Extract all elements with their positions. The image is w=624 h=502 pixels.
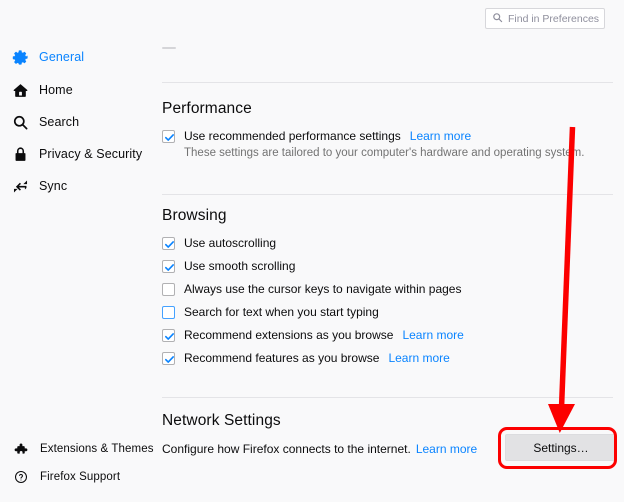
- checkbox-row-smooth-scrolling[interactable]: Use smooth scrolling: [162, 257, 295, 275]
- sidebar-item-privacy-security[interactable]: Privacy & Security: [10, 142, 150, 166]
- checkbox-recommend-features[interactable]: [162, 351, 175, 365]
- section-title-network-settings: Network Settings: [162, 412, 281, 429]
- checkbox-label: Recommend extensions as you browse: [184, 328, 394, 342]
- section-divider: [162, 194, 613, 195]
- checkbox-row-autoscrolling[interactable]: Use autoscrolling: [162, 234, 276, 252]
- checkbox-label: Use autoscrolling: [184, 236, 277, 250]
- sidebar-item-search[interactable]: Search: [10, 110, 150, 134]
- checkbox-label: Recommend features as you browse: [184, 351, 380, 365]
- search-placeholder: Find in Preferences: [508, 12, 600, 25]
- checkbox-row-search-when-typing[interactable]: Search for text when you start typing: [162, 303, 379, 321]
- checkbox-row-recommend-features[interactable]: Recommend features as you browse Learn m…: [162, 349, 450, 367]
- sidebar-item-sync[interactable]: Sync: [10, 174, 150, 198]
- sidebar-item-label: Home: [39, 83, 73, 97]
- checkbox-use-autoscrolling[interactable]: [162, 236, 175, 250]
- learn-more-link-extensions[interactable]: Learn more: [402, 328, 463, 342]
- sidebar-item-label: General: [39, 50, 85, 64]
- settings-button[interactable]: Settings…: [505, 434, 617, 461]
- preferences-window: General Home Search Privacy & Security S…: [0, 0, 624, 502]
- checkbox-label: Always use the cursor keys to navigate w…: [184, 282, 462, 296]
- preferences-content: Find in Preferences Performance Use reco…: [155, 0, 624, 502]
- home-icon: [10, 80, 30, 100]
- search-input[interactable]: Find in Preferences: [485, 8, 605, 29]
- search-icon: [492, 10, 503, 28]
- sidebar-item-extensions-themes[interactable]: Extensions & Themes: [12, 438, 154, 460]
- question-circle-icon: [12, 468, 30, 486]
- performance-description: These settings are tailored to your comp…: [184, 147, 585, 159]
- checkbox-label: Use smooth scrolling: [184, 259, 296, 273]
- gear-icon: [10, 47, 30, 67]
- sync-icon: [10, 176, 30, 196]
- network-description: Configure how Firefox connects to the in…: [162, 442, 411, 456]
- section-divider: [162, 82, 613, 83]
- sidebar-item-home[interactable]: Home: [10, 78, 150, 102]
- checkbox-label: Use recommended performance settings: [184, 129, 401, 143]
- checkbox-row-recommend-extensions[interactable]: Recommend extensions as you browse Learn…: [162, 326, 464, 344]
- section-title-performance: Performance: [162, 100, 252, 117]
- sidebar-item-label: Privacy & Security: [39, 147, 143, 161]
- learn-more-link-features[interactable]: Learn more: [388, 351, 449, 365]
- lock-icon: [10, 144, 30, 164]
- search-icon: [10, 112, 30, 132]
- checkbox-label: Search for text when you start typing: [184, 305, 379, 319]
- network-description-row: Configure how Firefox connects to the in…: [162, 442, 477, 456]
- sidebar: General Home Search Privacy & Security S…: [0, 0, 155, 502]
- sidebar-item-label: Search: [39, 115, 80, 129]
- checkbox-recommend-extensions[interactable]: [162, 328, 175, 342]
- sidebar-item-general[interactable]: General: [10, 45, 150, 69]
- sidebar-item-label: Firefox Support: [40, 471, 121, 483]
- learn-more-link-performance[interactable]: Learn more: [410, 129, 471, 143]
- checkbox-row-recommended-performance[interactable]: Use recommended performance settings Lea…: [162, 127, 471, 145]
- checkbox-always-use-cursor-keys[interactable]: [162, 282, 175, 296]
- checkbox-search-for-text-when-typing[interactable]: [162, 305, 175, 319]
- checkbox-use-smooth-scrolling[interactable]: [162, 259, 175, 273]
- sidebar-item-firefox-support[interactable]: Firefox Support: [12, 466, 120, 488]
- learn-more-link-network[interactable]: Learn more: [416, 442, 477, 456]
- section-divider: [162, 397, 613, 398]
- checkbox-use-recommended-performance-settings[interactable]: [162, 129, 175, 143]
- sidebar-item-label: Sync: [39, 179, 68, 193]
- section-title-browsing: Browsing: [162, 207, 227, 224]
- truncated-element-fragment: [162, 47, 176, 49]
- sidebar-item-label: Extensions & Themes: [40, 443, 154, 455]
- puzzle-icon: [12, 440, 30, 458]
- checkbox-row-cursor-keys[interactable]: Always use the cursor keys to navigate w…: [162, 280, 461, 298]
